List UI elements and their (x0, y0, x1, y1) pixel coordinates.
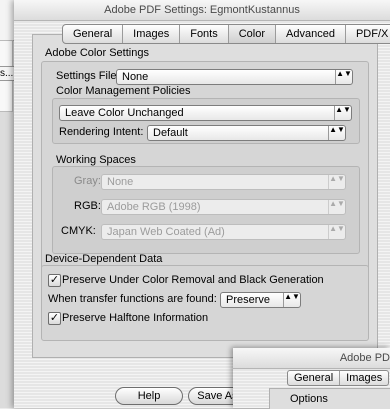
color-tab-panel: Adobe Color Settings Settings File: None… (32, 34, 378, 358)
rgb-label: RGB: (74, 200, 101, 212)
popup-arrows-icon: ▲▼ (328, 175, 345, 189)
popup-arrows-icon: ▲▼ (335, 70, 352, 84)
overlay-options-title: Options (290, 393, 328, 405)
adobe-color-settings-group: Settings File: None ▲▼ Color Management … (41, 61, 369, 273)
device-dependent-data-title: Device-Dependent Data (45, 253, 163, 265)
preserve-ucr-label: Preserve Under Color Removal and Black G… (62, 274, 324, 286)
cmyk-label: CMYK: (61, 225, 96, 237)
preserve-halftone-label: Preserve Halftone Information (62, 312, 209, 324)
rendering-intent-value: Default (153, 127, 188, 139)
tab-color[interactable]: Color (228, 25, 277, 43)
rgb-popup[interactable]: Adobe RGB (1998) ▲▼ (101, 199, 346, 215)
tab-advanced[interactable]: Advanced (276, 25, 346, 43)
tab-fonts[interactable]: Fonts (180, 25, 229, 43)
overlay-pdf-settings-window: Adobe PD General Images Options (233, 348, 390, 409)
settings-file-popup[interactable]: None ▲▼ (116, 69, 353, 85)
cmyk-value: Japan Web Coated (Ad) (107, 226, 225, 238)
settings-file-value: None (122, 71, 149, 83)
tab-images[interactable]: Images (123, 25, 181, 43)
color-management-group: Leave Color Unchanged ▲▼ Rendering Inten… (52, 98, 360, 144)
color-policy-popup[interactable]: Leave Color Unchanged ▲▼ (59, 105, 352, 121)
tab-general[interactable]: General (63, 25, 124, 43)
popup-arrows-icon: ▲▼ (328, 225, 345, 239)
transfer-functions-value: Preserve (226, 294, 271, 306)
popup-arrows-icon: ▲▼ (283, 293, 300, 307)
color-policy-value: Leave Color Unchanged (65, 107, 184, 119)
tab-pdfx[interactable]: PDF/X (346, 25, 390, 43)
overlay-tab-images[interactable]: Images (340, 371, 388, 385)
working-spaces-group: Gray: None ▲▼ RGB: Adobe RGB (1998) ▲▼ C… (52, 166, 360, 254)
preserve-halftone-checkbox[interactable]: ✓ (48, 312, 61, 325)
checkmark-icon: ✓ (49, 274, 60, 286)
pdf-settings-dialog: Adobe PDF Settings: EgmontKustannus Adob… (14, 0, 390, 408)
transfer-functions-popup[interactable]: Preserve ▲▼ (220, 292, 301, 308)
overlay-options-panel: Options (269, 388, 390, 409)
popup-arrows-icon: ▲▼ (334, 106, 351, 120)
device-dependent-data-group: ✓ Preserve Under Color Removal and Black… (41, 265, 369, 341)
gray-popup[interactable]: None ▲▼ (101, 174, 346, 190)
preserve-ucr-checkbox[interactable]: ✓ (48, 274, 61, 287)
cmyk-popup[interactable]: Japan Web Coated (Ad) ▲▼ (101, 224, 346, 240)
checkmark-icon: ✓ (49, 312, 60, 324)
popup-arrows-icon: ▲▼ (328, 126, 345, 140)
tab-bar: General Images Fonts Color Advanced PDF/… (62, 24, 390, 44)
color-management-title: Color Management Policies (56, 85, 191, 97)
rendering-intent-popup[interactable]: Default ▲▼ (147, 125, 346, 141)
dialog-title: Adobe PDF Settings: EgmontKustannus (14, 0, 390, 21)
rendering-intent-label: Rendering Intent: (59, 126, 144, 138)
overlay-tab-general[interactable]: General (288, 371, 341, 385)
gray-label: Gray: (74, 175, 101, 187)
transfer-functions-label: When transfer functions are found: (48, 293, 217, 305)
gray-value: None (107, 176, 134, 188)
settings-file-label: Settings File: (56, 70, 120, 82)
working-spaces-title: Working Spaces (56, 154, 136, 166)
overlay-tab-bar: General Images (287, 370, 390, 386)
overlay-window-title: Adobe PD (233, 348, 390, 369)
help-button[interactable]: Help (115, 387, 183, 405)
popup-arrows-icon: ▲▼ (328, 200, 345, 214)
adobe-color-settings-title: Adobe Color Settings (45, 47, 149, 59)
rgb-value: Adobe RGB (1998) (107, 201, 201, 213)
